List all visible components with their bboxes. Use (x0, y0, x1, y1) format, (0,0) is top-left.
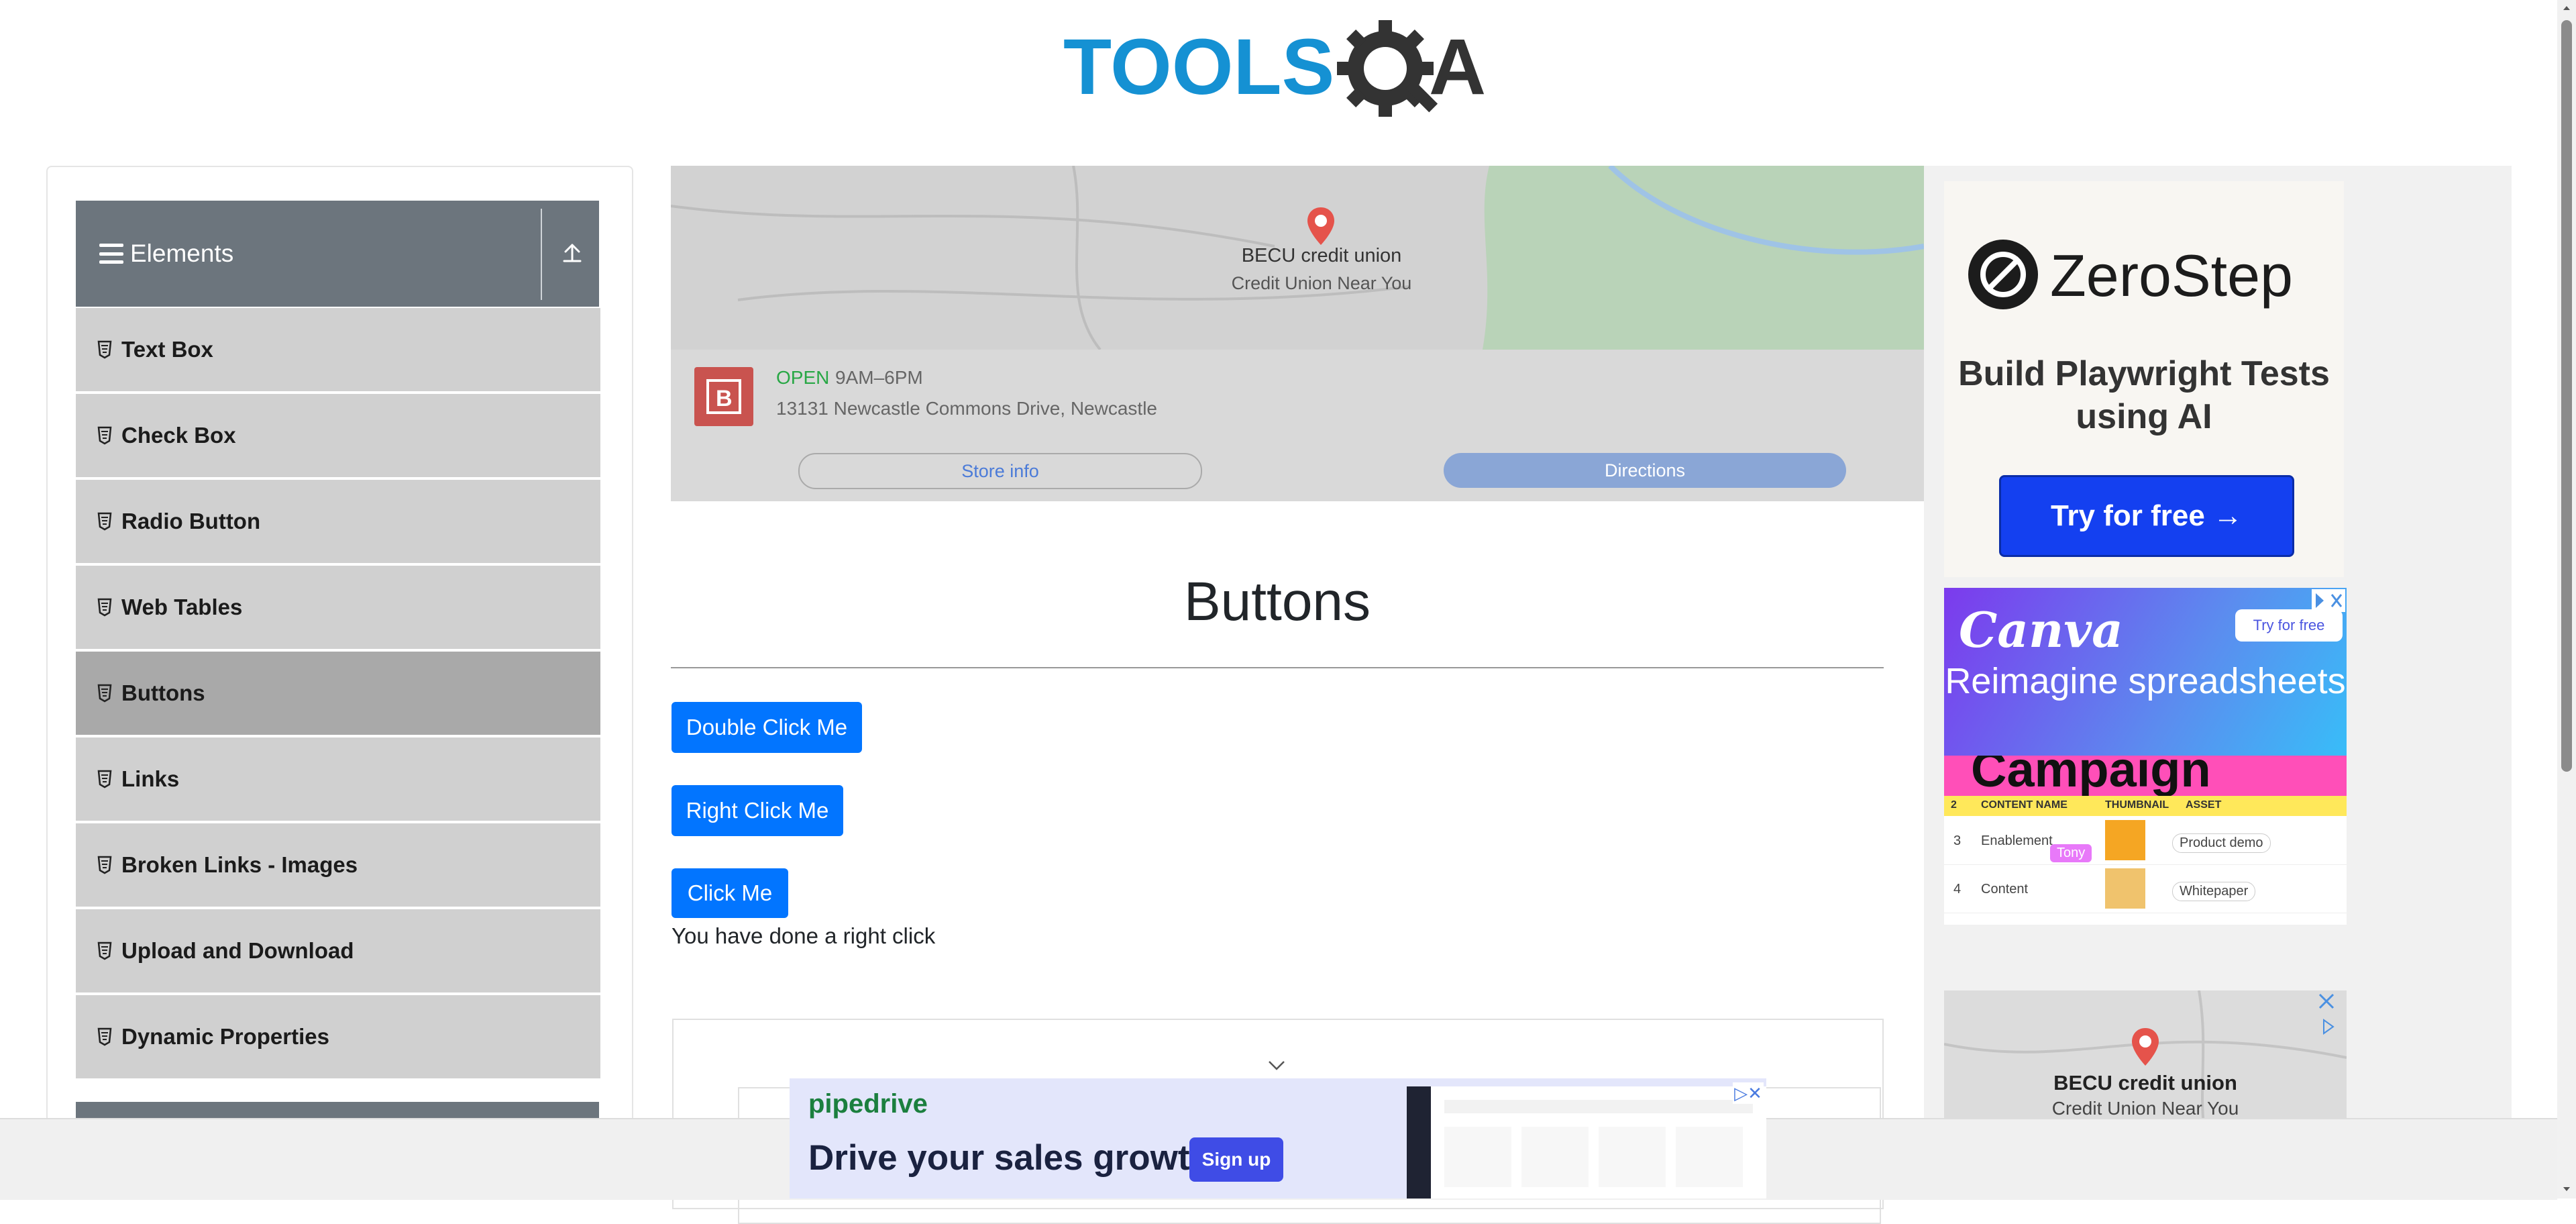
right-click-message: You have done a right click (672, 923, 936, 948)
menu-item-label: Upload and Download (121, 938, 354, 963)
thumbnail-image (2105, 868, 2145, 909)
logo-text-tools: TOOLS (1063, 23, 1334, 111)
scroll-up-arrow-icon[interactable] (2561, 3, 2572, 13)
store-status: OPEN (776, 367, 830, 388)
menu-item-label: Broken Links - Images (121, 852, 358, 877)
zerostep-name: ZeroStep (2050, 242, 2293, 309)
store-logo: B (694, 367, 753, 426)
pipedrive-headline: Drive your sales growth (808, 1138, 1212, 1178)
group-title: Elements (130, 240, 234, 267)
spreadsheet-preview: 2 CONTENT NAME THUMBNAIL ASSET 3 Enablem… (1944, 796, 2347, 925)
elements-menu-list: Text Box Check Box Radio Button Web Tabl… (76, 308, 600, 1081)
group-header-elements[interactable]: Elements (76, 201, 599, 307)
row-name: Content (1981, 882, 2029, 897)
store-hours: 9AM–6PM (835, 367, 923, 388)
menu-item-label: Web Tables (121, 595, 243, 619)
pipedrive-logo: pipedrive (808, 1089, 928, 1119)
page-title: Buttons (1183, 571, 1371, 632)
sheet-row: 3 Enablement Tony Product demo (1944, 817, 2347, 865)
place-name: BECU credit union (1241, 245, 1402, 266)
ad-choices-icon[interactable] (2312, 589, 2345, 612)
crm-preview-image (1407, 1086, 1766, 1198)
store-address: 13131 Newcastle Commons Drive, Newcastle (776, 398, 1157, 419)
scrollbar-thumb[interactable] (2561, 20, 2572, 772)
svg-text:B: B (716, 386, 733, 411)
thumbnail-image (2105, 820, 2145, 860)
click-me-button[interactable]: Click Me (672, 868, 788, 918)
map-pin-icon (2132, 1028, 2159, 1066)
place-subtitle: Credit Union Near You (2051, 1098, 2239, 1119)
menu-item-label: Radio Button (121, 509, 261, 533)
right-click-button[interactable]: Right Click Me (672, 785, 843, 836)
chevron-down-icon[interactable] (1268, 1060, 1285, 1071)
collapse-arrow-icon[interactable] (559, 240, 586, 266)
place-name: BECU credit union (2053, 1071, 2237, 1094)
close-ad-icon[interactable]: ▷✕ (1733, 1082, 1764, 1104)
menu-item-broken-links[interactable]: Broken Links - Images (76, 823, 600, 907)
menu-item-label: Text Box (121, 337, 213, 362)
sheet-header: 2 CONTENT NAME THUMBNAIL ASSET (1944, 796, 2347, 816)
campaign-banner: Campaign tracke (1944, 756, 2347, 796)
sheet-col-name: CONTENT NAME (1981, 799, 2068, 811)
map-pin-icon (1307, 207, 1334, 245)
menu-item-text-box[interactable]: Text Box (76, 308, 600, 391)
campaign-banner-text: Campaign tracke (1971, 756, 2211, 796)
pipedrive-signup-button[interactable]: Sign up (1189, 1137, 1283, 1182)
row-number: 4 (1953, 882, 1962, 897)
html5-shield-icon (97, 856, 112, 874)
row-asset: Product demo (2172, 833, 2271, 853)
html5-shield-icon (97, 770, 112, 788)
zerostep-ad[interactable]: ZeroStep Build Playwright Tests using AI… (1944, 181, 2344, 577)
toolsqa-logo[interactable]: TOOLS A (1063, 20, 1496, 121)
pipedrive-ad[interactable]: pipedrive Drive your sales growth Sign u… (790, 1078, 1766, 1198)
html5-shield-icon (97, 598, 112, 617)
menu-item-label: Check Box (121, 423, 236, 448)
menu-item-label: Buttons (121, 680, 205, 705)
menu-item-web-tables[interactable]: Web Tables (76, 566, 600, 649)
html5-shield-icon (97, 1027, 112, 1046)
menu-item-radio-button[interactable]: Radio Button (76, 480, 600, 563)
menu-item-buttons[interactable]: Buttons (76, 652, 600, 735)
gear-magnifier-icon (1337, 20, 1438, 117)
html5-shield-icon (97, 426, 112, 445)
canva-headline: Reimagine spreadsheets (1945, 661, 2346, 701)
header-divider (541, 209, 542, 300)
menu-item-dynamic-properties[interactable]: Dynamic Properties (76, 995, 600, 1078)
menu-item-check-box[interactable]: Check Box (76, 394, 600, 477)
zerostep-logo-icon (1968, 240, 2038, 309)
store-info-button[interactable]: Store info (798, 453, 1202, 489)
scroll-down-arrow-icon[interactable] (2561, 1184, 2572, 1194)
row-tag: Tony (2050, 844, 2092, 862)
canva-logo: Canva (1959, 601, 2123, 658)
sheet-row: 4 Content Whitepaper (1944, 866, 2347, 913)
zerostep-tagline: Build Playwright Tests using AI (1958, 354, 2330, 436)
logo-text-a: A (1429, 23, 1486, 111)
zerostep-try-button[interactable]: Try for free → (1999, 475, 2294, 557)
row-number: 3 (1953, 833, 1962, 848)
html5-shield-icon (97, 340, 112, 359)
sheet-col-thumbnail: THUMBNAIL (2105, 799, 2169, 811)
html5-shield-icon (97, 684, 112, 703)
row-name: Enablement (1981, 833, 2053, 848)
canva-try-button[interactable]: Try for free (2235, 609, 2343, 642)
title-divider (671, 667, 1884, 668)
place-subtitle: Credit Union Near You (1231, 273, 1412, 293)
html5-shield-icon (97, 941, 112, 960)
becu-logo-icon: B (706, 379, 741, 414)
directions-button[interactable]: Directions (1444, 453, 1846, 488)
sheet-col-asset: ASSET (2186, 799, 2222, 811)
hamburger-icon (99, 244, 123, 264)
row-asset: Whitepaper (2172, 882, 2256, 901)
menu-item-label: Dynamic Properties (121, 1024, 329, 1049)
html5-shield-icon (97, 512, 112, 531)
menu-item-upload-download[interactable]: Upload and Download (76, 909, 600, 992)
map-ad-banner[interactable]: BECU credit union Credit Union Near You … (671, 166, 1924, 501)
menu-item-label: Links (121, 766, 180, 791)
menu-item-links[interactable]: Links (76, 737, 600, 821)
canva-ad[interactable]: Canva Try for free Reimagine spreadsheet… (1944, 588, 2347, 925)
page-scrollbar[interactable] (2557, 0, 2576, 1198)
left-sidebar: Elements Text Box Check Box Radio Button… (46, 166, 633, 1148)
double-click-button[interactable]: Double Click Me (672, 702, 862, 753)
